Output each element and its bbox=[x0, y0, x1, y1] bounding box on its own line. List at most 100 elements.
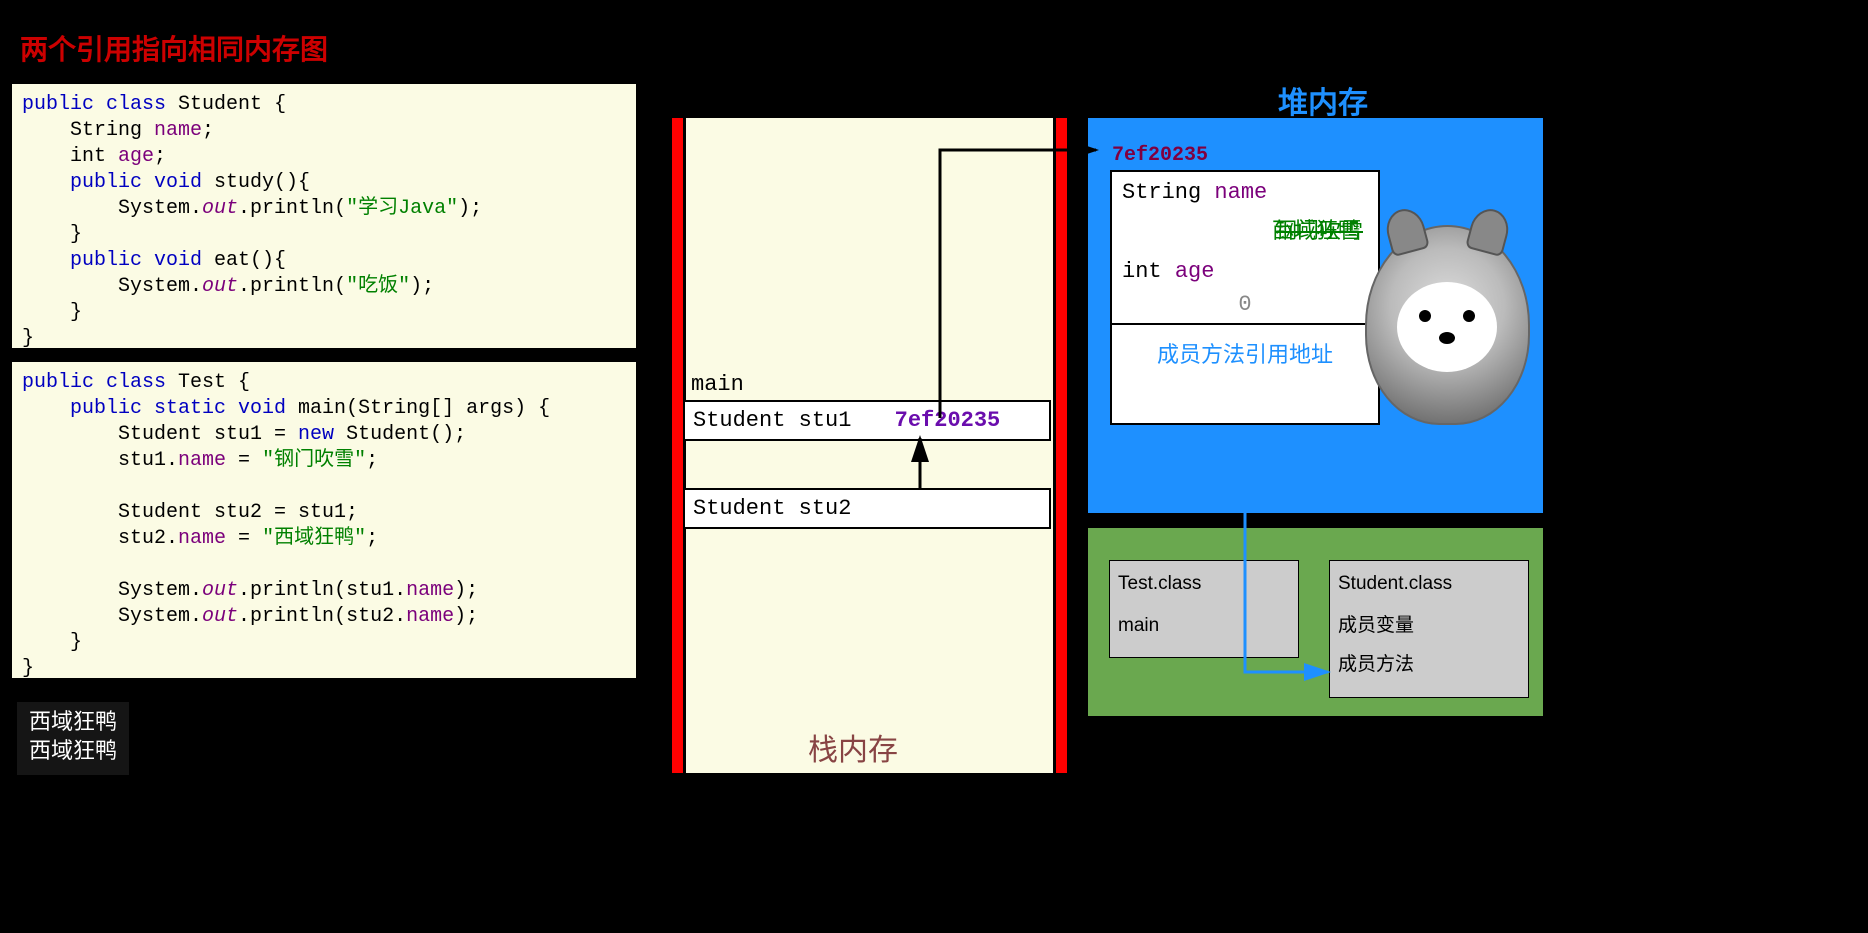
new-value: 西域狂鸭 bbox=[1272, 213, 1360, 245]
heap-age-value: 0 bbox=[1112, 292, 1378, 323]
husky-eye bbox=[1463, 310, 1475, 322]
str: "钢门吹雪" bbox=[262, 449, 366, 472]
code-block-test: public class Test { public static void m… bbox=[10, 360, 638, 680]
txt: (String[] args) { bbox=[346, 397, 550, 420]
output-line-2: 西域狂鸭 bbox=[29, 739, 117, 768]
str: "西域狂鸭" bbox=[262, 527, 366, 550]
txt: Student stu1 = bbox=[22, 423, 298, 446]
kw: public void bbox=[22, 249, 214, 272]
txt: ; bbox=[366, 449, 378, 472]
heap-name-value: 钢门吹雪 西域狂鸭 bbox=[1112, 213, 1378, 251]
diagram-title: 两个引用指向相同内存图 bbox=[20, 28, 328, 68]
field: name bbox=[178, 527, 226, 550]
kw: public bbox=[22, 93, 94, 116]
txt: Student(); bbox=[334, 423, 466, 446]
stack-inner bbox=[683, 118, 1056, 773]
heap-object: String name 钢门吹雪 西域狂鸭 int age 0 成员方法引用地址 bbox=[1110, 170, 1380, 425]
class-test-name: Test.class bbox=[1118, 569, 1290, 599]
husky-eye bbox=[1419, 310, 1431, 322]
stack-row-stu1: Student stu1 7ef20235 bbox=[683, 400, 1051, 441]
kw: public static void bbox=[22, 397, 298, 420]
type: String bbox=[1122, 180, 1201, 205]
kw: class bbox=[106, 371, 166, 394]
txt: } bbox=[22, 223, 82, 246]
kw: new bbox=[298, 423, 334, 446]
kw: public bbox=[22, 371, 94, 394]
txt: Student stu2 = stu1; bbox=[22, 501, 358, 524]
code-block-student: public class Student { String name; int … bbox=[10, 82, 638, 350]
kw: class bbox=[106, 93, 166, 116]
stack-addr-stu1: 7ef20235 bbox=[895, 408, 1001, 433]
txt: String bbox=[22, 119, 154, 142]
txt: ); bbox=[410, 275, 434, 298]
field: out bbox=[202, 275, 238, 298]
txt: } bbox=[22, 327, 34, 350]
type: int bbox=[1122, 259, 1162, 284]
class-test-member: main bbox=[1118, 611, 1290, 641]
output-line-1: 西域狂鸭 bbox=[29, 710, 117, 739]
txt: Student { bbox=[166, 93, 286, 116]
str: "吃饭" bbox=[346, 275, 410, 298]
txt: System. bbox=[22, 605, 202, 628]
class-box-test: Test.class main bbox=[1109, 560, 1299, 658]
stack-label: 栈内存 bbox=[808, 725, 898, 769]
stack-row-main: main bbox=[683, 366, 1051, 403]
txt: } bbox=[22, 301, 82, 324]
class-box-student: Student.class 成员变量 成员方法 bbox=[1329, 560, 1529, 698]
stack-area bbox=[672, 118, 1067, 773]
txt: = bbox=[226, 527, 262, 550]
txt: .println(stu2. bbox=[238, 605, 406, 628]
txt: } bbox=[22, 657, 34, 680]
stack-row-stu2: Student stu2 bbox=[683, 488, 1051, 529]
class-student-m2: 成员方法 bbox=[1338, 650, 1520, 680]
field: out bbox=[202, 605, 238, 628]
txt: stu2. bbox=[22, 527, 178, 550]
class-student-m1: 成员变量 bbox=[1338, 611, 1520, 641]
txt: .println(stu1. bbox=[238, 579, 406, 602]
heap-method-ref: 成员方法引用地址 bbox=[1112, 323, 1378, 381]
method: study bbox=[214, 171, 274, 194]
field: name bbox=[154, 119, 202, 142]
field: out bbox=[202, 197, 238, 220]
txt: .println( bbox=[238, 275, 346, 298]
husky-face bbox=[1397, 282, 1497, 372]
txt: (){ bbox=[274, 171, 310, 194]
field: name bbox=[406, 605, 454, 628]
txt: (){ bbox=[250, 249, 286, 272]
field: out bbox=[202, 579, 238, 602]
txt: stu1. bbox=[22, 449, 178, 472]
txt: ); bbox=[454, 605, 478, 628]
husky-nose bbox=[1439, 332, 1455, 344]
field: age bbox=[1175, 259, 1215, 284]
stack-var-stu2: Student stu2 bbox=[693, 496, 851, 521]
txt: ; bbox=[154, 145, 166, 168]
txt: ; bbox=[366, 527, 378, 550]
txt: System. bbox=[22, 197, 202, 220]
field: age bbox=[118, 145, 154, 168]
heap-label: 堆内存 bbox=[1278, 78, 1368, 122]
txt: .println( bbox=[238, 197, 346, 220]
stack-var-stu1: Student stu1 bbox=[693, 408, 851, 433]
field: name bbox=[178, 449, 226, 472]
field: name bbox=[406, 579, 454, 602]
txt: = bbox=[226, 449, 262, 472]
heap-field-age: int age bbox=[1112, 251, 1378, 292]
method: main bbox=[298, 397, 346, 420]
txt: Test { bbox=[166, 371, 250, 394]
heap-field-name: String name bbox=[1112, 172, 1378, 213]
field: name bbox=[1214, 180, 1267, 205]
txt: int bbox=[22, 145, 118, 168]
txt: ); bbox=[454, 579, 478, 602]
str: "学习Java" bbox=[346, 197, 458, 220]
husky-image bbox=[1365, 225, 1530, 425]
txt: System. bbox=[22, 579, 202, 602]
heap-address: 7ef20235 bbox=[1112, 144, 1208, 167]
method: eat bbox=[214, 249, 250, 272]
txt: } bbox=[22, 631, 82, 654]
console-output: 西域狂鸭 西域狂鸭 bbox=[17, 702, 129, 775]
kw: public void bbox=[22, 171, 214, 194]
txt: ; bbox=[202, 119, 214, 142]
txt: ); bbox=[458, 197, 482, 220]
txt: System. bbox=[22, 275, 202, 298]
class-student-name: Student.class bbox=[1338, 569, 1520, 599]
